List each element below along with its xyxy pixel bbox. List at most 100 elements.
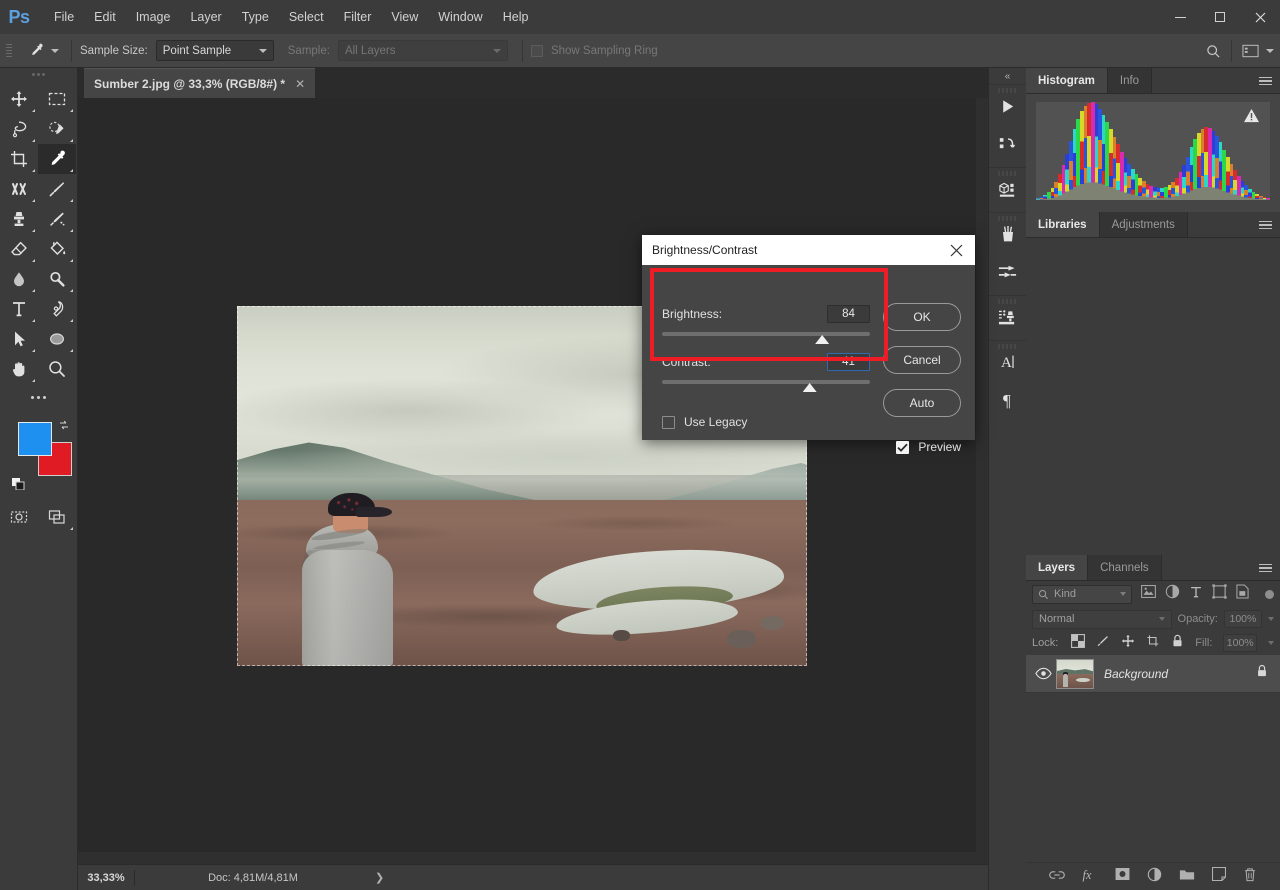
lasso-tool[interactable] — [0, 114, 38, 144]
layer-name[interactable]: Background — [1104, 667, 1168, 681]
crop-tool[interactable] — [0, 144, 38, 174]
lock-position-icon[interactable] — [1121, 634, 1135, 653]
contrast-slider-thumb[interactable] — [802, 383, 817, 392]
layer-thumbnail[interactable] — [1056, 658, 1094, 689]
brightness-slider-thumb[interactable] — [815, 335, 830, 344]
preview-row[interactable]: Preview — [896, 440, 961, 454]
brush-tool[interactable] — [38, 174, 76, 204]
panel-menu-icon[interactable] — [1256, 68, 1274, 94]
sample-size-select[interactable]: Point Sample — [155, 40, 274, 61]
auto-button[interactable]: Auto — [883, 389, 961, 417]
tab-layers[interactable]: Layers — [1026, 555, 1089, 580]
new-layer-icon[interactable] — [1212, 867, 1226, 886]
history-brush-tool[interactable] — [38, 204, 76, 234]
actions-play-icon[interactable] — [989, 87, 1026, 125]
healing-brush-tool[interactable] — [0, 174, 38, 204]
dodge-tool[interactable] — [38, 264, 76, 294]
minimize-button[interactable] — [1160, 0, 1200, 34]
ellipse-tool[interactable] — [38, 324, 76, 354]
lock-image-icon[interactable] — [1096, 634, 1110, 653]
brightness-slider[interactable] — [662, 332, 870, 344]
lock-transparency-icon[interactable] — [1071, 633, 1086, 653]
options-bar-grip[interactable] — [4, 41, 14, 61]
document-info[interactable]: Doc: 4,81M/4,81M — [135, 872, 371, 884]
tab-channels[interactable]: Channels — [1088, 555, 1162, 580]
adjustment-filter-icon[interactable] — [1165, 584, 1180, 604]
pen-tool[interactable] — [38, 294, 76, 324]
link-layers-icon[interactable] — [1049, 868, 1065, 886]
close-icon[interactable]: ✕ — [293, 76, 307, 92]
new-group-icon[interactable] — [1179, 868, 1195, 886]
dialog-title-bar[interactable]: Brightness/Contrast — [642, 235, 975, 265]
close-button[interactable] — [1240, 0, 1280, 34]
toolbar-grip[interactable] — [0, 68, 77, 80]
menu-filter[interactable]: Filter — [334, 5, 382, 29]
canvas-area[interactable] — [78, 98, 988, 864]
maximize-button[interactable] — [1200, 0, 1240, 34]
cancel-button[interactable]: Cancel — [883, 346, 961, 374]
brightness-value-field[interactable]: 84 — [827, 305, 870, 323]
collapse-panels-icon[interactable]: « — [989, 68, 1026, 84]
tool-preset-picker[interactable] — [20, 39, 63, 63]
clone-source-icon[interactable] — [989, 298, 1026, 336]
brushes-panel-icon[interactable] — [989, 215, 1026, 253]
uncached-data-warning-icon[interactable] — [1243, 108, 1260, 123]
paint-bucket-tool[interactable] — [38, 234, 76, 264]
tab-libraries[interactable]: Libraries — [1026, 212, 1100, 237]
move-tool[interactable] — [0, 84, 38, 114]
document-tab[interactable]: Sumber 2.jpg @ 33,3% (RGB/8#) * ✕ — [84, 68, 316, 98]
pixel-filter-icon[interactable] — [1141, 585, 1156, 603]
quick-mask-icon[interactable] — [0, 502, 38, 532]
lock-artboard-icon[interactable] — [1146, 634, 1160, 653]
eye-icon[interactable] — [1030, 667, 1056, 680]
clone-stamp-tool[interactable] — [0, 204, 38, 234]
contrast-slider[interactable] — [662, 380, 870, 392]
panel-menu-icon[interactable] — [1256, 212, 1274, 238]
libraries-body[interactable] — [1026, 238, 1280, 558]
menu-image[interactable]: Image — [126, 5, 181, 29]
menu-select[interactable]: Select — [279, 5, 334, 29]
menu-window[interactable]: Window — [428, 5, 492, 29]
ok-button[interactable]: OK — [883, 303, 961, 331]
type-tool[interactable] — [0, 294, 38, 324]
use-legacy-row[interactable]: Use Legacy — [662, 415, 747, 429]
show-sampling-ring-checkbox[interactable] — [530, 44, 543, 57]
blur-tool[interactable] — [0, 264, 38, 294]
quick-selection-tool[interactable] — [38, 114, 76, 144]
chevron-down-icon[interactable] — [1266, 49, 1274, 53]
sample-select[interactable]: All Layers — [337, 40, 508, 61]
character-panel-icon[interactable]: A — [989, 343, 1026, 381]
menu-view[interactable]: View — [381, 5, 428, 29]
3d-panel-icon[interactable] — [989, 170, 1026, 208]
opacity-stepper-icon[interactable] — [1268, 617, 1274, 621]
opacity-value[interactable]: 100% — [1223, 610, 1262, 628]
filter-toggle-icon[interactable] — [1265, 589, 1274, 599]
contrast-value-field[interactable]: 41 — [827, 353, 870, 371]
chevron-right-icon[interactable]: ❯ — [371, 871, 384, 884]
rectangular-marquee-tool[interactable] — [38, 84, 76, 114]
smart-object-filter-icon[interactable] — [1236, 584, 1249, 604]
lock-icon[interactable] — [1256, 664, 1268, 683]
new-adjustment-layer-icon[interactable] — [1147, 867, 1162, 887]
canvas-vertical-scrollbar[interactable] — [976, 98, 988, 864]
lock-all-icon[interactable] — [1171, 634, 1184, 653]
menu-layer[interactable]: Layer — [180, 5, 231, 29]
paragraph-panel-icon[interactable]: ¶ — [989, 381, 1026, 419]
preview-checkbox[interactable] — [896, 440, 910, 454]
delete-layer-icon[interactable] — [1243, 867, 1257, 887]
layer-filter-kind-select[interactable]: Kind — [1032, 584, 1132, 604]
tab-histogram[interactable]: Histogram — [1026, 68, 1108, 93]
menu-file[interactable]: File — [44, 5, 84, 29]
use-legacy-checkbox[interactable] — [662, 415, 675, 429]
panel-menu-icon[interactable] — [1256, 555, 1274, 581]
screen-mode-icon[interactable] — [38, 502, 76, 532]
brush-settings-icon[interactable] — [989, 253, 1026, 291]
path-selection-tool[interactable] — [0, 324, 38, 354]
workspace-switcher-icon[interactable] — [1236, 38, 1264, 64]
tab-adjustments[interactable]: Adjustments — [1099, 212, 1188, 237]
close-icon[interactable] — [945, 239, 967, 261]
shape-filter-icon[interactable] — [1212, 584, 1227, 604]
zoom-level[interactable]: 33,33% — [78, 872, 134, 884]
blend-mode-select[interactable]: Normal — [1032, 609, 1172, 629]
add-mask-icon[interactable] — [1115, 867, 1130, 886]
